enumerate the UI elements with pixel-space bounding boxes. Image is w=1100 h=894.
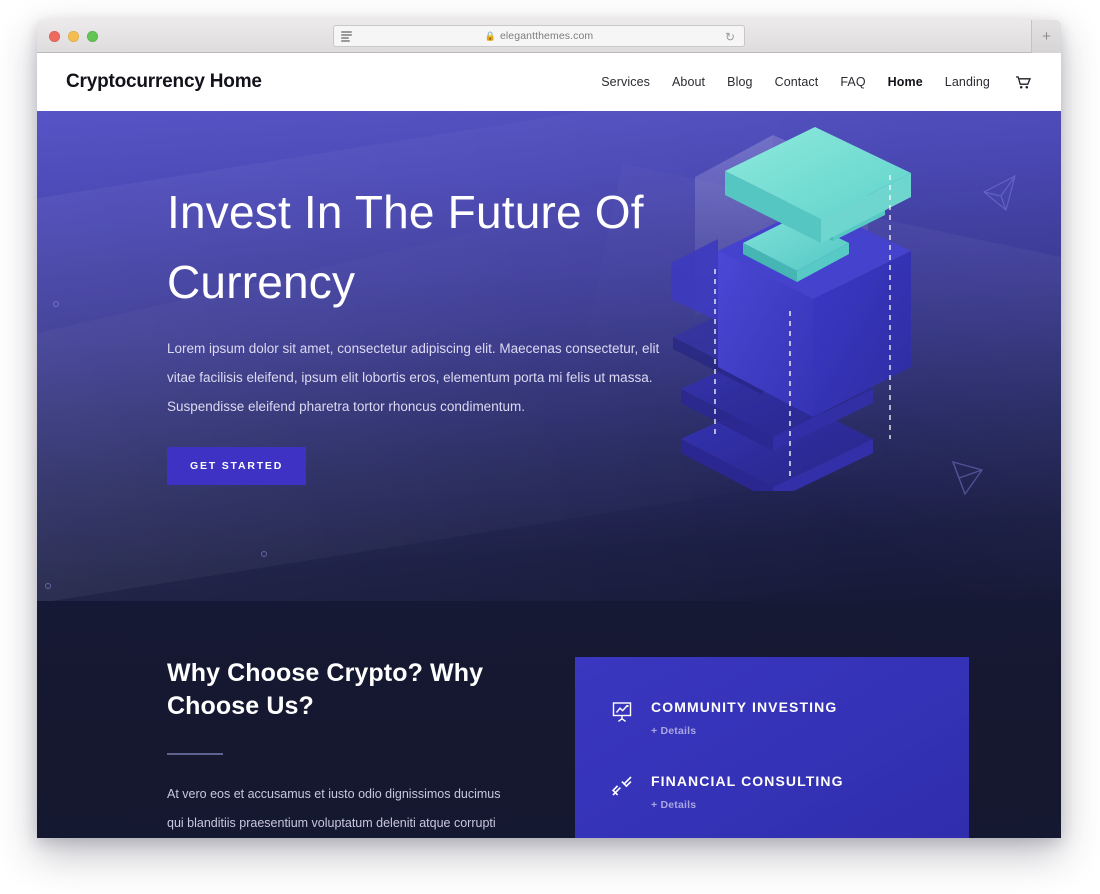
zoom-window-button[interactable] [87,31,98,42]
feature-card: COMMUNITY INVESTING + Details FINANCIAL … [575,657,969,838]
hero-title: Invest In The Future Of Currency [167,177,687,317]
hero-title-line-1: Invest In The Future Of [167,186,644,238]
reload-icon[interactable]: ↻ [723,30,737,44]
address-bar[interactable]: 🔒 elegantthemes.com ↻ [333,25,745,47]
browser-chrome-bar: 🔒 elegantthemes.com ↻ + [37,20,1061,53]
why-choose-text-column: Why Choose Crypto? Why Choose Us? At ver… [167,657,517,838]
site-logo[interactable]: Cryptocurrency Home [66,71,262,93]
feature-title: FINANCIAL CONSULTING [651,773,844,789]
decorative-dot [45,583,51,589]
feature-details-link[interactable]: + Details [651,799,844,811]
url-text: elegantthemes.com [499,30,594,42]
browser-window: 🔒 elegantthemes.com ↻ + Cryptocurrency H… [37,20,1061,838]
page-root: 🔒 elegantthemes.com ↻ + Cryptocurrency H… [0,0,1100,894]
feature-item-financial-consulting[interactable]: FINANCIAL CONSULTING + Details [609,771,933,811]
hero-section: Invest In The Future Of Currency Lorem i… [37,111,1061,601]
main-navigation: Services About Blog Contact FAQ Home Lan… [601,75,1031,89]
lock-icon: 🔒 [484,30,496,41]
minimize-window-button[interactable] [68,31,79,42]
address-bar-content: 🔒 elegantthemes.com [334,30,744,42]
hero-title-line-2: Currency [167,256,356,308]
hero-paragraph: Lorem ipsum dolor sit amet, consectetur … [167,341,660,414]
nav-item-services[interactable]: Services [601,75,650,89]
why-choose-body: At vero eos et accusamus et iusto odio d… [167,787,501,830]
why-choose-divider [167,753,223,755]
new-tab-button[interactable]: + [1031,20,1061,53]
shopping-cart-icon[interactable] [1016,75,1031,89]
site-header: Cryptocurrency Home Services About Blog … [37,53,1061,111]
nav-item-contact[interactable]: Contact [775,75,819,89]
feature-text-group: FINANCIAL CONSULTING + Details [651,771,844,811]
nav-item-about[interactable]: About [672,75,705,89]
close-window-button[interactable] [49,31,60,42]
nav-item-landing[interactable]: Landing [945,75,990,89]
why-choose-title: Why Choose Crypto? Why Choose Us? [167,659,484,720]
nav-item-faq[interactable]: FAQ [840,75,865,89]
feature-title: COMMUNITY INVESTING [651,699,838,715]
contract-arrows-icon [609,773,635,799]
feature-text-group: COMMUNITY INVESTING + Details [651,697,837,737]
hero-content: Invest In The Future Of Currency Lorem i… [37,111,1061,485]
window-traffic-lights [49,31,98,42]
nav-item-home[interactable]: Home [888,75,923,89]
feature-item-community-investing[interactable]: COMMUNITY INVESTING + Details [609,697,933,737]
why-choose-grid: Why Choose Crypto? Why Choose Us? At ver… [37,657,1061,838]
nav-item-blog[interactable]: Blog [727,75,752,89]
presentation-chart-icon [609,699,635,725]
decorative-dot [261,551,267,557]
feature-details-link[interactable]: + Details [651,725,837,737]
reader-view-icon[interactable] [341,31,352,42]
why-choose-section: Why Choose Crypto? Why Choose Us? At ver… [37,601,1061,838]
get-started-button[interactable]: GET STARTED [167,447,307,485]
